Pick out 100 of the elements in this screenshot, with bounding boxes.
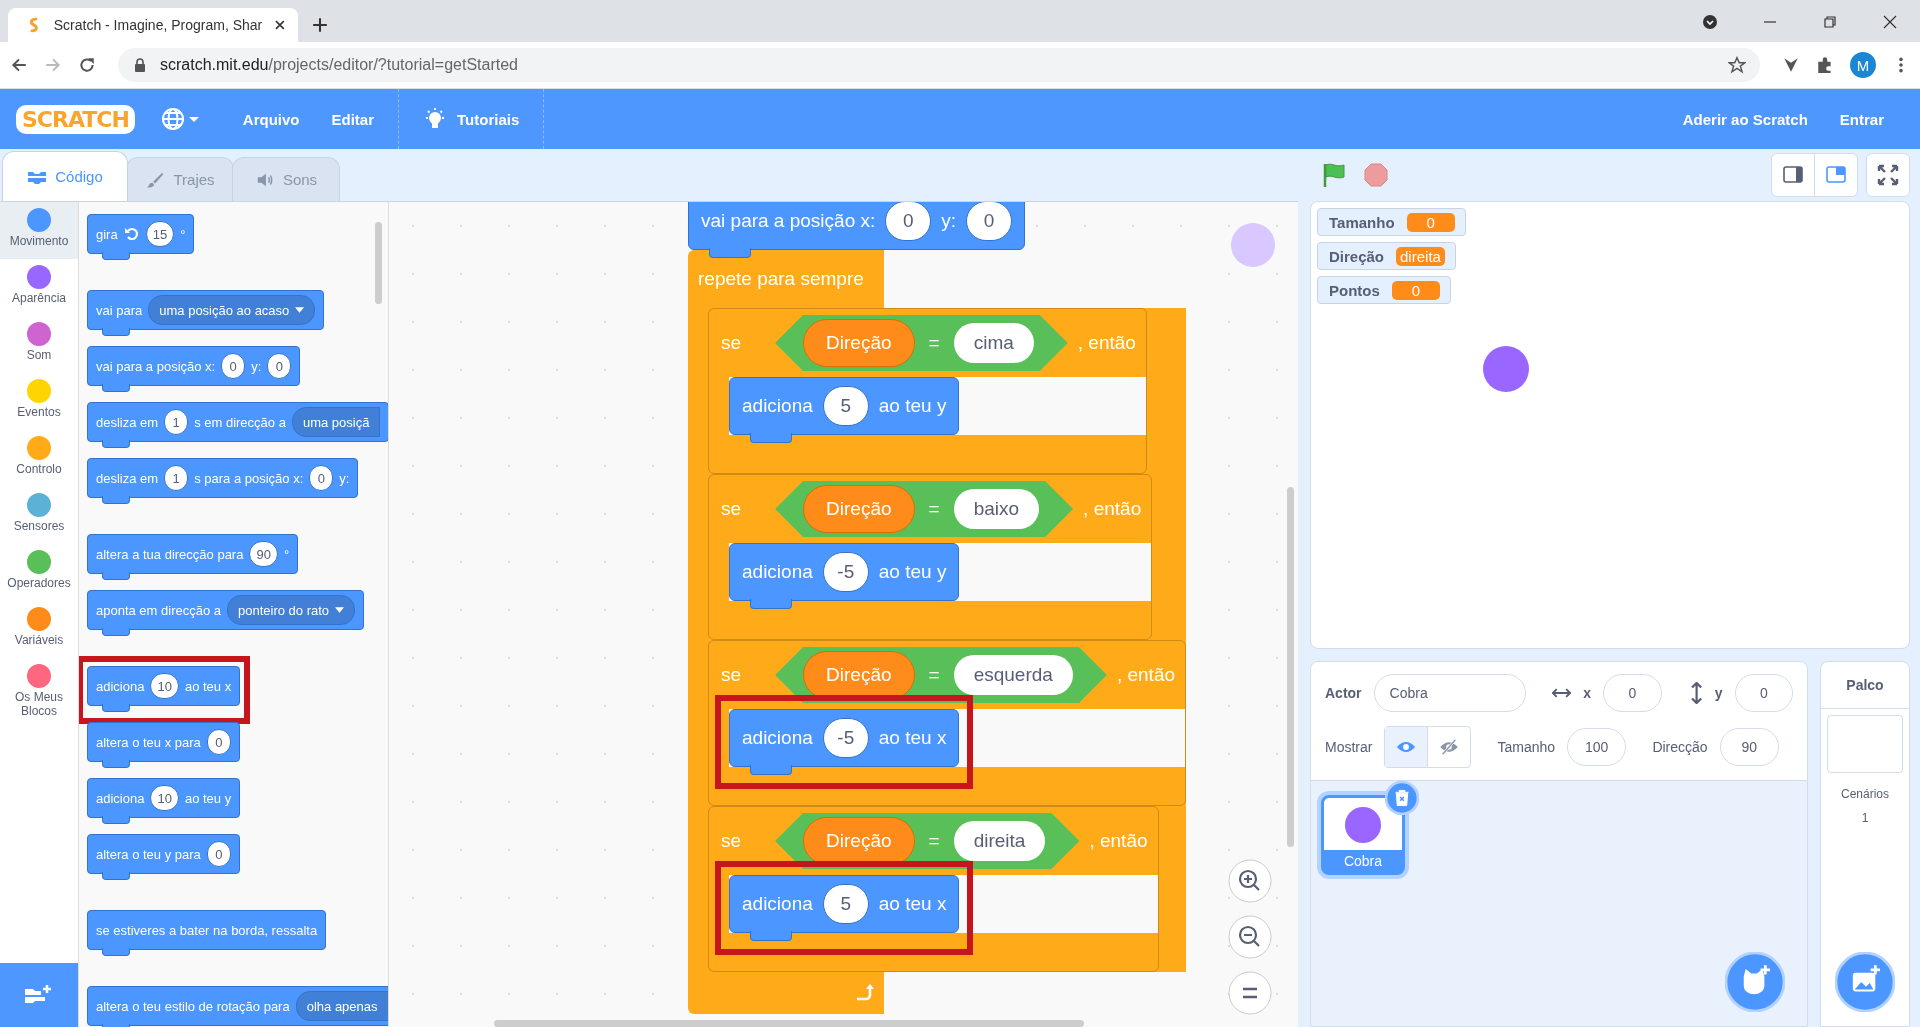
field-label: Mostrar [1325,739,1373,755]
lock-icon [134,58,146,72]
stage-title: Palco [1821,662,1909,709]
number-input[interactable]: 5 [822,386,869,426]
number-input[interactable]: 0 [267,353,292,379]
if-block[interactable]: se Direção = esquerda , então adiciona -5 ao teu x [708,640,1186,806]
block-label: altera o teu y para [96,846,201,862]
block-dropdown[interactable]: uma posição ao acaso [148,295,316,325]
number-input[interactable]: 1 [164,409,189,435]
hidden-eye-icon [1439,739,1460,755]
backdrops-count: 1 [1861,811,1869,825]
if-block[interactable]: se Direção = cima , então adiciona 5 ao teu y [708,308,1147,474]
number-input[interactable]: 5 [822,884,869,924]
tab-search-icon[interactable] [1702,14,1718,30]
equals-block[interactable]: Direção = direita [775,813,1080,869]
scrollbar[interactable] [375,222,382,304]
operator-label: = [928,498,940,520]
number-input[interactable]: 90 [249,541,278,567]
address-bar[interactable]: scratch.mit.edu/projects/editor/?tutorial=getStarted [118,48,1760,82]
category-item[interactable]: Movimento [0,202,78,259]
number-input[interactable]: 0 [206,841,231,867]
category-item[interactable]: Eventos [0,373,78,430]
block-label: ° [283,546,290,562]
scrollbar[interactable] [1287,487,1294,847]
block-label: ao teu y [878,395,947,417]
number-input[interactable]: 15 [145,221,175,247]
reload-icon[interactable] [78,56,96,74]
field-label: Actor [1325,685,1362,701]
block-label: y: [339,470,350,486]
number-input[interactable]: 0 [221,353,246,379]
block-label: ao teu x [878,893,947,915]
stage[interactable]: Tamanho 0 Direção direita Pontos 0 [1310,201,1910,649]
equals-block[interactable]: Direção = cima [775,315,1068,371]
if-block[interactable]: se Direção = direita , então adiciona 5 ao teu x [708,806,1159,972]
number-input[interactable]: 10 [150,785,179,811]
block-label: altera o teu x para [96,734,201,750]
globe-icon[interactable] [160,107,201,131]
equals-block[interactable]: Direção = baixo [775,481,1074,537]
puzzle-icon[interactable] [1816,56,1834,74]
number-input[interactable]: 0 [206,729,231,755]
monitor-label: Pontos [1329,281,1380,299]
rotate-left-icon [123,226,140,242]
number-input[interactable]: -5 [822,718,869,758]
block-dropdown[interactable]: olha apenas [295,991,388,1021]
block-label: altera o teu estilo de rotação para [96,998,290,1014]
fullscreen-icon[interactable] [1866,153,1910,197]
block-label: adiciona [96,678,145,694]
sprite-circle[interactable] [1483,346,1529,392]
delete-icon[interactable] [1385,781,1419,815]
field-label: Tamanho [1497,739,1556,755]
category-item[interactable]: Controlo [0,430,78,487]
monitor-label: Tamanho [1329,213,1395,231]
block-label: adiciona [96,790,145,806]
number-input[interactable]: 10 [150,673,179,699]
zoom-reset-icon[interactable] [1228,971,1272,1015]
category-item[interactable]: Variáveis [0,601,78,658]
block-label: s em direcção a [194,414,286,430]
add-extension-button[interactable] [0,963,78,1027]
category-item[interactable]: Operadores [0,544,78,601]
block-label: desliza em [96,414,159,430]
category-item[interactable]: Sensores [0,487,78,544]
field-label: Direcção [1652,739,1708,755]
restore-icon[interactable] [1822,14,1838,30]
extension-icon[interactable] [1782,56,1800,74]
monitor-label: Direção [1329,247,1385,265]
close-icon[interactable] [274,19,286,31]
number-input[interactable]: 1 [164,465,189,491]
star-icon[interactable] [1728,56,1746,74]
show-button[interactable] [1385,727,1428,767]
number-input[interactable]: 0 [966,202,1013,241]
block-label: se [721,332,742,354]
add-backdrop-icon[interactable] [1835,952,1895,1012]
block-label: se [721,664,742,686]
profile-avatar[interactable]: M [1850,52,1876,78]
category-item[interactable]: Som [0,316,78,373]
block-label: adiciona [742,561,813,583]
new-tab-icon[interactable] [312,17,328,33]
flag-icon[interactable] [1322,162,1346,188]
block-label: se [721,830,742,852]
zoom-out-icon[interactable] [1228,915,1272,959]
zoom-in-icon[interactable] [1228,859,1272,903]
back-icon[interactable] [10,56,28,74]
caret-icon [295,307,305,313]
monitor-value: 0 [1391,280,1440,300]
url-text: scratch.mit.edu/projects/editor/?tutorial=getStarted [160,56,518,74]
number-input[interactable]: -5 [822,552,869,592]
number-input[interactable]: 0 [309,465,334,491]
close-icon[interactable] [1882,14,1898,30]
browser-tab[interactable]: Scratch - Imagine, Program, Shar [8,8,298,42]
category-item[interactable]: Aparência [0,259,78,316]
equals-block[interactable]: Direção = esquerda [775,647,1107,703]
block-dropdown[interactable]: ponteiro do rato [227,595,356,625]
if-block[interactable]: se Direção = baixo , então adiciona -5 ao teu y [708,474,1153,640]
block-dropdown[interactable]: uma posiçã [291,407,381,437]
category-item[interactable]: Os Meus Blocos [0,658,78,715]
add-sprite-icon[interactable] [1725,952,1785,1012]
stage-panel[interactable]: Palco Cenários 1 [1820,661,1910,1027]
number-input[interactable]: 0 [885,202,932,241]
scrollbar[interactable] [494,1020,1084,1027]
forever-block[interactable] [688,250,1186,1014]
